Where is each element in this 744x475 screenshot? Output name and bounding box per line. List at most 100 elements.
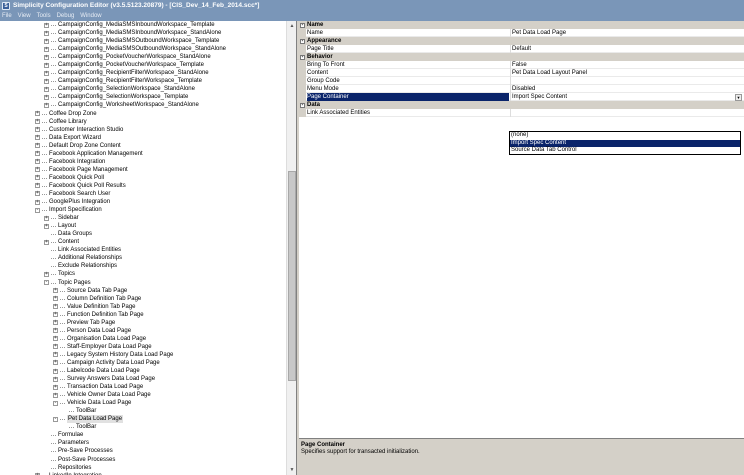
tree-item[interactable]: + Column Definition Tab Page — [0, 295, 286, 303]
property-value[interactable]: Pet Data Load Layout Panel — [510, 69, 587, 77]
tree-item[interactable]: Repositories — [0, 464, 286, 472]
scroll-down-icon[interactable]: ▼ — [288, 466, 296, 474]
dropdown-option[interactable]: Import Spec Content — [510, 139, 740, 148]
tree-item[interactable]: + Legacy System History Data Load Page — [0, 351, 286, 359]
tree-item[interactable]: + Coffee Drop Zone — [0, 110, 286, 118]
expand-icon[interactable]: + — [53, 312, 58, 318]
tree-item[interactable]: + CampaignConfig_SelectionWorkspace_Templ… — [0, 93, 286, 101]
property-row[interactable]: Page Container Import Spec Content ▼ — [299, 93, 744, 101]
tree-item[interactable]: + CampaignConfig_MediaSMSInboundWorkspace… — [0, 21, 286, 29]
expand-icon[interactable]: + — [44, 22, 49, 28]
expand-icon[interactable]: + — [35, 151, 40, 157]
tree-scrollbar[interactable]: ▲ ▼ — [286, 21, 296, 475]
tree-item[interactable]: + Data Export Wizard — [0, 134, 286, 142]
expand-icon[interactable]: + — [44, 54, 49, 60]
tree-item[interactable]: + Value Definition Tab Page — [0, 303, 286, 311]
tree-item[interactable]: + Vehicle Owner Data Load Page — [0, 391, 286, 399]
property-value[interactable]: Disabled — [510, 85, 535, 93]
property-row[interactable]: Bring To Front False — [299, 61, 744, 69]
tree-item[interactable]: + Topics — [0, 270, 286, 278]
expand-icon[interactable]: + — [44, 94, 49, 100]
tree-item[interactable]: + Preview Tab Page — [0, 319, 286, 327]
collapse-icon[interactable]: - — [53, 400, 58, 406]
expand-icon[interactable]: + — [53, 328, 58, 334]
expand-icon[interactable]: + — [35, 191, 40, 197]
menu-file[interactable]: File — [2, 13, 12, 19]
combo-arrow-icon[interactable]: ▼ — [735, 93, 742, 101]
expand-icon[interactable]: + — [35, 199, 40, 205]
property-row[interactable]: Menu Mode Disabled — [299, 85, 744, 93]
property-row[interactable]: Content Pet Data Load Layout Panel — [299, 69, 744, 77]
tree-item[interactable]: Parameters — [0, 439, 286, 447]
tree-item[interactable]: + CampaignConfig_MediaSMSOutboundWorkspac… — [0, 37, 286, 45]
tree-item[interactable]: - Vehicle Data Load Page — [0, 399, 286, 407]
property-row[interactable]: Group Code — [299, 77, 744, 85]
tree-item[interactable]: Pre-Save Processes — [0, 447, 286, 455]
tree-item[interactable]: + GooglePlus Integration — [0, 198, 286, 206]
collapse-icon[interactable]: - — [300, 54, 305, 60]
expand-icon[interactable]: + — [53, 360, 58, 366]
expand-icon[interactable]: + — [44, 38, 49, 44]
tree-item[interactable]: + Organisation Data Load Page — [0, 335, 286, 343]
tree-item[interactable]: + Staff-Employer Data Load Page — [0, 343, 286, 351]
property-value[interactable]: Pet Data Load Page — [510, 29, 566, 37]
tree-item[interactable]: Link Associated Entities — [0, 246, 286, 254]
expand-icon[interactable]: + — [53, 304, 58, 310]
expand-icon[interactable]: + — [44, 215, 49, 221]
collapse-icon[interactable]: - — [300, 38, 305, 44]
tree-item[interactable]: + CampaignConfig_RecipientFilterWorkspace… — [0, 69, 286, 77]
tree-item[interactable]: + Campaign Activity Data Load Page — [0, 359, 286, 367]
expand-icon[interactable]: + — [35, 119, 40, 125]
expand-icon[interactable]: + — [53, 352, 58, 358]
tree-item[interactable]: + CampaignConfig_MediaSMSInboundWorkspace… — [0, 29, 286, 37]
property-category[interactable]: - Behavior — [299, 53, 744, 61]
tree-item[interactable]: ToolBar — [0, 423, 286, 431]
expand-icon[interactable]: + — [44, 102, 49, 108]
property-row[interactable]: Name Pet Data Load Page — [299, 29, 744, 37]
tree-item[interactable]: Formulae — [0, 431, 286, 439]
expand-icon[interactable]: + — [53, 384, 58, 390]
tree-item[interactable]: +LinkedIn Integration — [0, 472, 286, 475]
tree-item[interactable]: + Labelcode Data Load Page — [0, 367, 286, 375]
tree-item[interactable]: - Import Specification — [0, 206, 286, 214]
expand-icon[interactable]: + — [35, 175, 40, 181]
expand-icon[interactable]: + — [35, 111, 40, 117]
property-row[interactable]: Page Title Default — [299, 45, 744, 53]
tree-item[interactable]: + CampaignConfig_SelectionWorkspace_Stand… — [0, 85, 286, 93]
dropdown-option[interactable]: (none) — [510, 132, 740, 140]
tree-item[interactable]: + Default Drop Zone Content — [0, 142, 286, 150]
expand-icon[interactable]: + — [44, 30, 49, 36]
tree-item[interactable]: ToolBar — [0, 407, 286, 415]
tree-item[interactable]: + CampaignConfig_WorksheetWorkspace_Stand… — [0, 101, 286, 109]
menu-debug[interactable]: Debug — [57, 13, 75, 19]
expand-icon[interactable]: + — [44, 70, 49, 76]
property-value[interactable] — [510, 109, 512, 117]
property-category[interactable]: - Appearance — [299, 37, 744, 45]
tree-item[interactable]: + Sidebar — [0, 214, 286, 222]
expand-icon[interactable]: + — [44, 46, 49, 52]
expand-icon[interactable]: + — [44, 86, 49, 92]
collapse-icon[interactable]: - — [53, 416, 58, 422]
expand-icon[interactable]: + — [35, 135, 40, 141]
menu-window[interactable]: Window — [80, 13, 101, 19]
expand-icon[interactable]: + — [35, 159, 40, 165]
scroll-thumb[interactable] — [288, 171, 296, 381]
collapse-icon[interactable]: - — [44, 280, 49, 285]
property-value[interactable] — [510, 77, 512, 85]
scroll-up-icon[interactable]: ▲ — [288, 22, 296, 30]
tree-item[interactable]: + Function Definition Tab Page — [0, 311, 286, 319]
expand-icon[interactable]: + — [44, 223, 49, 229]
expand-icon[interactable]: + — [53, 320, 58, 326]
tree-item[interactable]: + Facebook Quick Poll Results — [0, 182, 286, 190]
expand-icon[interactable]: + — [35, 127, 40, 133]
tree-item[interactable]: + Source Data Tab Page — [0, 287, 286, 295]
expand-icon[interactable]: + — [53, 336, 58, 342]
tree-item[interactable]: + Facebook Page Management — [0, 166, 286, 174]
tree-item[interactable]: + Facebook Integration — [0, 158, 286, 166]
tree-item[interactable]: Data Groups — [0, 230, 286, 238]
tree-item[interactable]: + Transaction Data Load Page — [0, 383, 286, 391]
tree-item[interactable]: + CampaignConfig_PocketVoucherWorkspace_S… — [0, 53, 286, 61]
expand-icon[interactable]: + — [53, 288, 58, 294]
expand-icon[interactable]: + — [53, 296, 58, 302]
tree-item[interactable]: Additional Relationships — [0, 254, 286, 262]
